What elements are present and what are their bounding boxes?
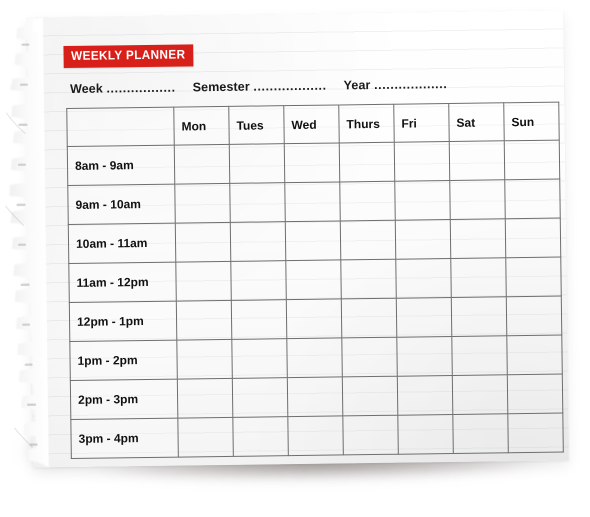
planner-cell-mon-4[interactable] xyxy=(176,300,232,341)
planner-cell-mon-6[interactable] xyxy=(177,378,233,419)
planner-cell-thurs-1[interactable] xyxy=(339,181,396,221)
planner-cell-sat-5[interactable] xyxy=(451,335,508,376)
planner-cell-mon-3[interactable] xyxy=(175,261,232,302)
year-label: Year xyxy=(343,78,371,93)
planner-cell-sun-6[interactable] xyxy=(507,374,563,414)
planner-cell-tues-4[interactable] xyxy=(231,299,287,340)
planner-cell-mon-1[interactable] xyxy=(174,183,231,224)
planner-cell-tues-3[interactable] xyxy=(230,260,287,301)
page-background: WEEKLY PLANNER Week ................. Sem… xyxy=(0,0,590,517)
planner-cell-fri-5[interactable] xyxy=(396,336,453,377)
planner-cell-fri-0[interactable] xyxy=(394,141,450,182)
table-row: 2pm - 3pm xyxy=(70,374,563,420)
time-slot-label: 11am - 12pm xyxy=(68,262,177,303)
table-row: 12pm - 1pm xyxy=(69,296,562,342)
planner-cell-tues-2[interactable] xyxy=(230,221,286,262)
planner-cell-thurs-7[interactable] xyxy=(342,415,399,455)
time-slot-label: 9am - 10am xyxy=(67,184,176,225)
planner-cell-thurs-5[interactable] xyxy=(341,337,398,377)
planner-cell-thurs-0[interactable] xyxy=(339,142,395,182)
day-header-wed: Wed xyxy=(283,104,340,144)
table-row: 10am - 11am xyxy=(68,218,561,264)
planner-cell-sat-1[interactable] xyxy=(449,179,506,220)
semester-field[interactable]: Semester .................. xyxy=(193,79,327,95)
planner-cell-fri-1[interactable] xyxy=(394,180,451,221)
planner-cell-mon-5[interactable] xyxy=(176,339,233,380)
planner-meta-line: Week ................. Semester .........… xyxy=(70,77,465,96)
planner-cell-tues-7[interactable] xyxy=(232,416,289,457)
planner-cell-sat-4[interactable] xyxy=(451,296,507,337)
day-header-tues: Tues xyxy=(228,105,285,145)
planner-cell-tues-1[interactable] xyxy=(229,182,286,223)
planner-cell-fri-7[interactable] xyxy=(397,414,454,455)
planner-cell-fri-3[interactable] xyxy=(395,258,452,299)
planner-cell-thurs-3[interactable] xyxy=(340,259,397,299)
time-slot-label: 3pm - 4pm xyxy=(70,418,179,459)
planner-cell-mon-2[interactable] xyxy=(175,222,231,263)
planner-cell-fri-4[interactable] xyxy=(396,297,452,338)
planner-cell-wed-2[interactable] xyxy=(285,220,341,261)
planner-cell-sat-3[interactable] xyxy=(450,257,507,298)
table-row: 11am - 12pm xyxy=(68,257,562,303)
time-slot-label: 12pm - 1pm xyxy=(69,301,177,342)
table-header-row: Mon Tues Wed Thurs Fri Sat Sun xyxy=(66,102,560,147)
semester-label: Semester xyxy=(192,79,250,95)
table-row: 9am - 10am xyxy=(67,179,561,225)
planner-cell-sun-2[interactable] xyxy=(505,218,561,258)
table-row: 8am - 9am xyxy=(67,140,560,186)
time-slot-label: 10am - 11am xyxy=(68,223,176,264)
table-row: 1pm - 2pm xyxy=(69,335,563,381)
planner-cell-mon-0[interactable] xyxy=(174,144,230,185)
planner-cell-sat-0[interactable] xyxy=(449,140,505,181)
planner-cell-sun-5[interactable] xyxy=(506,335,563,375)
day-header-thurs: Thurs xyxy=(338,104,395,143)
planner-cell-sat-2[interactable] xyxy=(450,218,506,259)
time-slot-label: 8am - 9am xyxy=(67,145,175,186)
year-dots: .................. xyxy=(373,77,448,92)
planner-cell-wed-6[interactable] xyxy=(287,376,343,417)
table-header: Mon Tues Wed Thurs Fri Sat Sun xyxy=(66,102,560,147)
planner-cell-fri-2[interactable] xyxy=(395,219,451,260)
day-header-sun: Sun xyxy=(503,102,560,141)
planner-cell-sat-6[interactable] xyxy=(452,374,508,415)
time-slot-label: 2pm - 3pm xyxy=(70,379,178,420)
planner-cell-sat-7[interactable] xyxy=(452,413,509,454)
weekly-planner-banner: WEEKLY PLANNER xyxy=(63,44,194,68)
table-row: 3pm - 4pm xyxy=(70,413,564,459)
year-field[interactable]: Year .................. xyxy=(344,77,448,92)
week-label: Week xyxy=(69,81,103,96)
notebook-paper-sheet: WEEKLY PLANNER Week ................. Sem… xyxy=(5,10,569,468)
planner-cell-mon-7[interactable] xyxy=(177,417,234,458)
planner-cell-thurs-4[interactable] xyxy=(341,298,397,338)
day-header-sat: Sat xyxy=(448,102,505,142)
week-field[interactable]: Week ................. xyxy=(70,81,176,96)
day-header-fri: Fri xyxy=(393,103,450,143)
planner-cell-tues-0[interactable] xyxy=(229,143,285,184)
planner-cell-wed-0[interactable] xyxy=(284,142,340,183)
corner-header-cell xyxy=(66,107,175,147)
weekly-planner-table: Mon Tues Wed Thurs Fri Sat Sun 8am - 9am 9am - … xyxy=(66,102,564,459)
planner-cell-thurs-2[interactable] xyxy=(340,220,396,260)
planner-cell-wed-5[interactable] xyxy=(286,337,343,378)
planner-cell-sun-3[interactable] xyxy=(505,257,562,297)
time-slot-label: 1pm - 2pm xyxy=(69,340,178,381)
planner-cell-thurs-6[interactable] xyxy=(342,376,398,416)
planner-cell-sun-1[interactable] xyxy=(504,179,561,219)
planner-cell-wed-4[interactable] xyxy=(286,298,342,339)
day-header-mon: Mon xyxy=(173,106,230,146)
torn-paper-edge xyxy=(0,17,49,468)
table-body: 8am - 9am 9am - 10am 10am - 11am 11am - 12p… xyxy=(67,140,564,459)
planner-cell-sun-4[interactable] xyxy=(506,296,562,336)
planner-cell-sun-7[interactable] xyxy=(507,413,564,453)
planner-cell-wed-1[interactable] xyxy=(284,181,341,222)
planner-cell-wed-7[interactable] xyxy=(287,415,344,456)
planner-cell-wed-3[interactable] xyxy=(285,259,342,300)
week-dots: ................. xyxy=(106,80,176,96)
planner-cell-tues-5[interactable] xyxy=(231,338,288,379)
planner-cell-tues-6[interactable] xyxy=(232,377,288,418)
planner-cell-sun-0[interactable] xyxy=(504,140,560,180)
planner-cell-fri-6[interactable] xyxy=(397,375,453,416)
semester-dots: .................. xyxy=(253,78,327,94)
